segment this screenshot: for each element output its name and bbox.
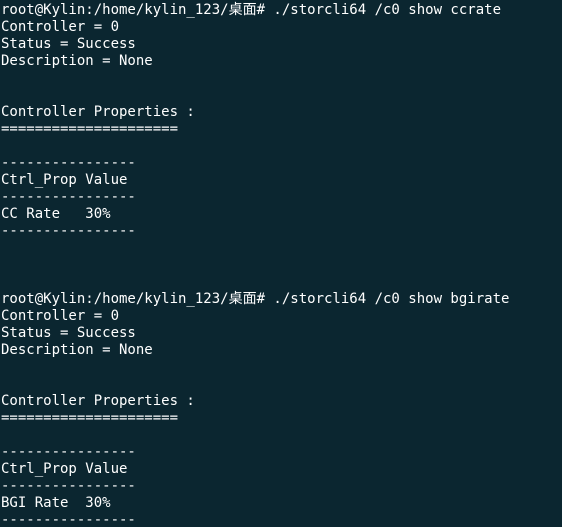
output-description: Description = None [1, 53, 153, 69]
output-section-title: Controller Properties : [1, 104, 195, 120]
table-header: Ctrl_Prop Value [1, 172, 128, 188]
prompt-command-bgirate: root@Kylin:/home/kylin_123/桌面# ./storcli… [1, 291, 510, 307]
table-border: ---------------- [1, 478, 136, 494]
table-border: ---------------- [1, 444, 136, 460]
table-row-bgi-rate: BGI Rate 30% [1, 495, 111, 511]
table-header: Ctrl_Prop Value [1, 461, 128, 477]
output-section-underline: ===================== [1, 410, 179, 426]
output-controller: Controller = 0 [1, 19, 120, 35]
prompt-command-ccrate: root@Kylin:/home/kylin_123/桌面# ./storcli… [1, 2, 502, 18]
output-section-title: Controller Properties : [1, 393, 195, 409]
terminal-window[interactable]: root@Kylin:/home/kylin_123/桌面# ./storcli… [0, 0, 562, 527]
table-border: ---------------- [1, 155, 136, 171]
table-border: ---------------- [1, 223, 136, 239]
output-section-underline: ===================== [1, 121, 179, 137]
output-controller: Controller = 0 [1, 308, 120, 324]
table-border: ---------------- [1, 512, 136, 527]
table-border: ---------------- [1, 189, 136, 205]
output-status: Status = Success [1, 325, 136, 341]
output-description: Description = None [1, 342, 153, 358]
output-status: Status = Success [1, 36, 136, 52]
table-row-cc-rate: CC Rate 30% [1, 206, 111, 222]
